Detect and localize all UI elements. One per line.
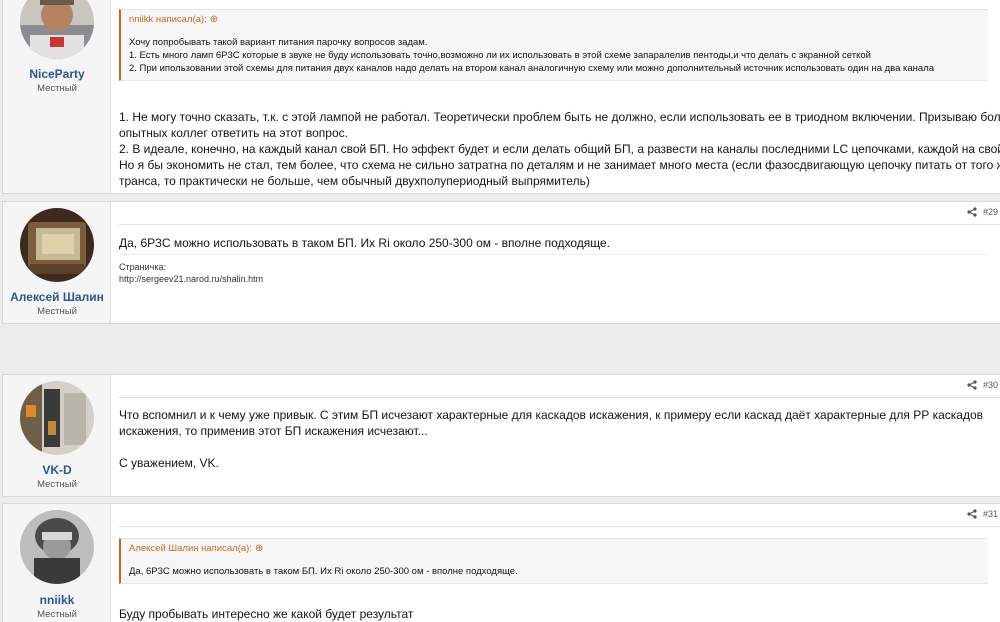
post-header: #29 — [119, 207, 1000, 225]
body-line: опытных коллег ответить на этот вопрос. — [119, 126, 348, 140]
share-icon[interactable] — [967, 509, 977, 519]
post-body: Да, 6Р3С можно использовать в таком БП. … — [119, 235, 988, 251]
post-actions: #29 — [967, 207, 998, 217]
signature: Страничка: http://sergeev21.narod.ru/sha… — [119, 254, 988, 285]
body-line: 1. Не могу точно сказать, т.к. с этой ла… — [119, 110, 1000, 124]
post-actions: #31 — [967, 509, 998, 519]
avatar[interactable] — [20, 381, 94, 455]
quote-author[interactable]: Алексей Шалин написал(а): — [129, 543, 252, 554]
post-actions: #30 — [967, 380, 998, 390]
avatar[interactable] — [20, 0, 94, 59]
body-line: С уважением, VK. — [119, 456, 219, 470]
share-icon[interactable] — [967, 380, 977, 390]
signature-link[interactable]: http://sergeev21.narod.ru/shalin.htm — [119, 273, 988, 285]
body-line: Что вспомнил и к чему уже привык. С этим… — [119, 408, 983, 422]
quote-header[interactable]: Алексей Шалин написал(а): ⊕ — [121, 539, 988, 559]
user-title: Местный — [37, 609, 77, 620]
share-icon[interactable] — [967, 207, 977, 217]
body-line: Но я бы экономить не стал, тем более, чт… — [119, 158, 1000, 172]
username[interactable]: Алексей Шалин — [3, 290, 111, 304]
avatar-image — [20, 510, 94, 584]
post-niceparty: NiceParty Местный nniikk написал(а): ⊕ Хо… — [2, 0, 1000, 194]
post-content: #31 Алексей Шалин написал(а): ⊕ Да, 6Р3С … — [111, 504, 1000, 622]
user-title: Местный — [37, 83, 77, 94]
post-body: 1. Не могу точно сказать, т.к. с этой ла… — [119, 109, 1000, 189]
post-number-link[interactable]: #29 — [983, 207, 998, 217]
quote-text: Хочу попробывать такой вариант питания п… — [121, 30, 988, 81]
post-31: nniikk Местный #31 Алексей Шалин написал… — [2, 503, 1000, 622]
post-content: #29 Да, 6Р3С можно использовать в таком … — [111, 202, 1000, 323]
body-line — [119, 439, 988, 455]
quote-block: nniikk написал(а): ⊕ Хочу попробывать так… — [119, 9, 988, 81]
quote-line: Да, 6Р3С можно использовать в таком БП. … — [129, 566, 518, 577]
post-header: #31 — [119, 509, 1000, 527]
post-body: Что вспомнил и к чему уже привык. С этим… — [119, 407, 988, 471]
body-line: искажения, то применив этот БП искажения… — [119, 424, 428, 438]
post-29: Алексей Шалин Местный #29 Да, 6Р3С можно… — [2, 201, 1000, 324]
body-line: Буду пробывать интересно же какой будет … — [119, 607, 414, 621]
post-number-link[interactable]: #31 — [983, 509, 998, 519]
arrow-up-circle-icon[interactable]: ⊕ — [210, 14, 218, 25]
quote-text: Да, 6Р3С можно использовать в таком БП. … — [121, 559, 988, 584]
post-30: VK-D Местный #30 Что вспомнил и к чему у… — [2, 374, 1000, 497]
post-header: #30 — [119, 380, 1000, 398]
user-title: Местный — [37, 479, 77, 490]
post-content: #30 Что вспомнил и к чему уже привык. С … — [111, 375, 1000, 496]
quote-line: 2. При ипользовании этой схемы для питан… — [129, 63, 935, 74]
user-title: Местный — [37, 306, 77, 317]
post-content: nniikk написал(а): ⊕ Хочу попробывать так… — [111, 0, 1000, 193]
post-body: Буду пробывать интересно же какой будет … — [119, 606, 988, 622]
arrow-up-circle-icon[interactable]: ⊕ — [255, 543, 263, 554]
avatar-image — [20, 208, 94, 282]
avatar-image — [20, 0, 94, 59]
body-line: транса, то практически не больше, чем об… — [119, 174, 590, 188]
avatar[interactable] — [20, 510, 94, 584]
body-line: 2. В идеале, конечно, на каждый канал св… — [119, 142, 1000, 156]
quote-header[interactable]: nniikk написал(а): ⊕ — [121, 10, 988, 30]
body-line: Да, 6Р3С можно использовать в таком БП. … — [119, 236, 611, 250]
username[interactable]: nniikk — [3, 593, 111, 607]
avatar-image — [20, 381, 94, 455]
quote-author[interactable]: nniikk написал(а): — [129, 14, 207, 25]
quote-block: Алексей Шалин написал(а): ⊕ Да, 6Р3С можн… — [119, 538, 988, 584]
username[interactable]: VK-D — [3, 463, 111, 477]
quote-line: Хочу попробывать такой вариант питания п… — [129, 37, 428, 48]
signature-label: Страничка: — [119, 262, 166, 272]
username[interactable]: NiceParty — [3, 67, 111, 81]
user-info: VK-D Местный — [3, 375, 111, 496]
user-info: nniikk Местный — [3, 504, 111, 622]
avatar[interactable] — [20, 208, 94, 282]
user-info: Алексей Шалин Местный — [3, 202, 111, 323]
quote-line: 1. Есть много ламп 6Р3С которые в звуке … — [129, 50, 871, 61]
post-number-link[interactable]: #30 — [983, 380, 998, 390]
user-info: NiceParty Местный — [3, 0, 111, 193]
